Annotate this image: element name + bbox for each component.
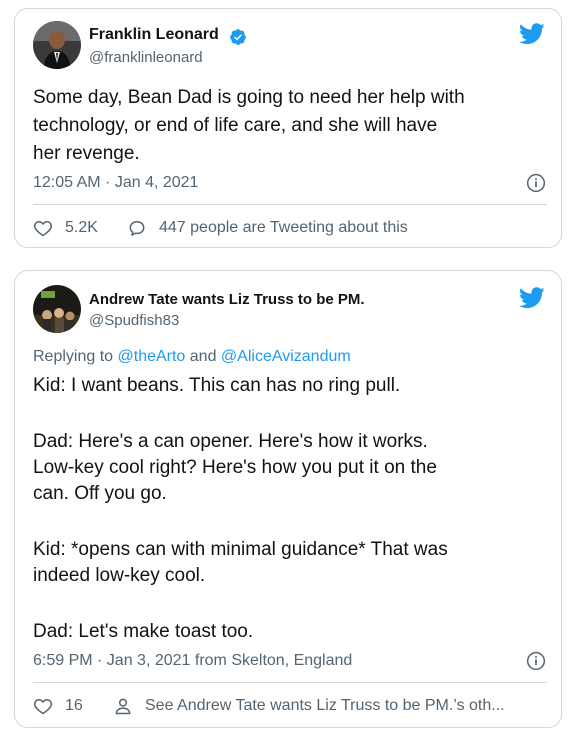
speech-bubble-icon[interactable] — [127, 218, 147, 238]
tweet-text-line: indeed low-key cool. — [33, 565, 206, 586]
tweet-text-line: Dad: Here's a can opener. Here's how it … — [33, 431, 428, 452]
divider — [33, 682, 547, 683]
tweet-card-1[interactable]: Franklin Leonard @franklinleonard Some d… — [14, 8, 562, 248]
timestamp[interactable]: 12:05 AM · Jan 4, 2021 — [33, 174, 198, 192]
person-icon[interactable] — [113, 696, 133, 716]
heart-icon[interactable] — [33, 218, 53, 238]
tweet-text-line: Dad: Let's make toast too. — [33, 621, 254, 642]
info-icon[interactable] — [526, 651, 546, 671]
author-handle[interactable]: @Spudfish83 — [89, 312, 179, 329]
replying-and: and — [185, 348, 221, 365]
tweet-card-2[interactable]: Andrew Tate wants Liz Truss to be PM. @S… — [14, 270, 562, 728]
avatar[interactable] — [33, 21, 81, 69]
like-count[interactable]: 16 — [65, 697, 83, 715]
tweet-text-line: Low-key cool right? Here's how you put i… — [33, 457, 437, 478]
timestamp[interactable]: 6:59 PM · Jan 3, 2021 from Skelton, Engl… — [33, 652, 352, 670]
heart-icon[interactable] — [33, 696, 53, 716]
like-count[interactable]: 5.2K — [65, 219, 98, 237]
author-name[interactable]: Andrew Tate wants Liz Truss to be PM. — [89, 291, 365, 308]
mention-link[interactable]: @AliceAvizandum — [221, 348, 351, 365]
conversation-link[interactable]: 447 people are Tweeting about this — [159, 219, 408, 237]
mention-link[interactable]: @theArto — [118, 348, 186, 365]
replying-to: Replying to @theArto and @AliceAvizandum — [33, 348, 351, 366]
twitter-bird-icon[interactable] — [519, 23, 545, 45]
avatar[interactable] — [33, 285, 81, 333]
tweet-text-line: can. Off you go. — [33, 483, 167, 504]
twitter-bird-icon[interactable] — [519, 287, 545, 309]
tweet-text-line: technology, or end of life care, and she… — [33, 115, 438, 136]
tweet-text-line: Kid: I want beans. This can has no ring … — [33, 375, 401, 396]
author-handle[interactable]: @franklinleonard — [89, 49, 203, 66]
author-name[interactable]: Franklin Leonard — [89, 26, 219, 44]
info-icon[interactable] — [526, 173, 546, 193]
divider — [33, 204, 547, 205]
tweet-text-line: her revenge. — [33, 143, 140, 164]
profile-link[interactable]: See Andrew Tate wants Liz Truss to be PM… — [145, 697, 505, 715]
verified-badge-icon — [230, 29, 246, 45]
tweet-text-line: Some day, Bean Dad is going to need her … — [33, 87, 465, 108]
tweet-text-line: Kid: *opens can with minimal guidance* T… — [33, 539, 448, 560]
replying-prefix: Replying to — [33, 348, 118, 365]
